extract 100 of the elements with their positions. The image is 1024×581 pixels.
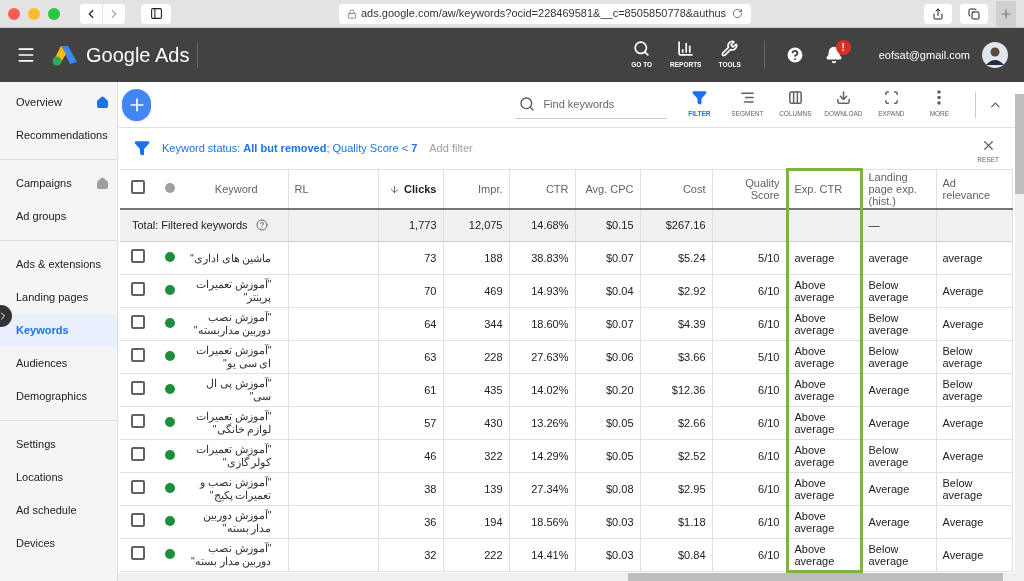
tabs-button[interactable] — [960, 3, 988, 24]
table-cell: 14.29% — [531, 450, 569, 462]
total-cell: 12,075 — [468, 219, 503, 231]
more-icon[interactable] — [937, 90, 942, 106]
sidebar-icon[interactable] — [149, 7, 163, 20]
table-cell: Above average — [794, 279, 835, 303]
checkbox[interactable] — [130, 479, 145, 494]
keyword-text[interactable]: "آموزش تعمیرات ای سی یو" — [185, 344, 272, 370]
column-header[interactable]: Keyword — [191, 182, 282, 195]
sidebar-item[interactable]: Devices — [0, 527, 117, 560]
checkbox[interactable] — [130, 347, 145, 362]
column-header[interactable]: CTR — [515, 182, 569, 195]
search-icon — [633, 40, 651, 58]
checkbox[interactable] — [130, 248, 145, 263]
download-icon[interactable] — [835, 90, 851, 106]
table-cell: 70 — [424, 285, 437, 297]
keyword-text[interactable]: "آموزش نصب دوربین مدار بسته" — [185, 542, 272, 568]
table-cell: 6/10 — [758, 450, 780, 462]
filter-summary[interactable]: Keyword status: All but removed; Quality Score < 7 — [162, 139, 418, 157]
checkbox[interactable] — [130, 545, 145, 560]
table-cell: 228 — [484, 351, 503, 363]
table-cell: Average — [942, 516, 984, 528]
table-cell: $0.20 — [605, 384, 634, 396]
table-cell: 27.63% — [531, 351, 569, 363]
filter-icon[interactable] — [691, 90, 707, 106]
search-field[interactable]: Find keywords — [543, 95, 664, 113]
table-cell: $0.84 — [677, 549, 706, 561]
table-cell: 188 — [484, 252, 503, 264]
keyword-text[interactable]: ماشین های اداری" — [185, 251, 272, 265]
avatar-icon[interactable] — [982, 42, 1008, 68]
sort-arrow-icon[interactable] — [389, 183, 401, 195]
column-header[interactable]: Quality Score — [718, 176, 780, 201]
sidebar-item[interactable]: Locations — [0, 461, 117, 494]
table-cell: Below average — [868, 279, 909, 303]
notifications-icon[interactable] — [824, 46, 843, 64]
keyword-text[interactable]: "آموزش نصب و تعمیرات پکیج" — [185, 476, 272, 502]
column-header[interactable]: Clicks — [404, 182, 437, 195]
table-cell: 18.60% — [531, 318, 569, 330]
lines-icon[interactable] — [739, 90, 755, 106]
table-cell: $2.95 — [677, 483, 706, 495]
create-button[interactable] — [122, 88, 152, 121]
sidebar-item[interactable]: Overview — [0, 86, 117, 119]
sidebar-item[interactable]: Recommendations — [0, 119, 117, 152]
address-bar[interactable]: ads.google.com/aw/keywords?ocid=228469581&__c=8505850778&authus — [339, 3, 751, 24]
table-cell: 32 — [424, 549, 437, 561]
table-cell: Above average — [794, 312, 835, 336]
expand-icon[interactable] — [883, 90, 899, 106]
table-cell: Average — [868, 417, 910, 429]
table-cell: $0.07 — [605, 318, 634, 330]
sidebar-item[interactable]: Ad groups — [0, 200, 117, 233]
sidebar-item[interactable]: Ads & extensions — [0, 248, 117, 281]
checkbox[interactable] — [130, 512, 145, 527]
share-icon[interactable] — [932, 7, 944, 20]
checkbox[interactable] — [130, 413, 145, 428]
table-cell: Average — [868, 384, 910, 396]
status-header-icon — [165, 182, 175, 193]
table-cell: $2.92 — [677, 285, 706, 297]
table-cell: 5/10 — [758, 351, 780, 363]
checkbox[interactable] — [130, 179, 145, 194]
column-header[interactable]: Avg. CPC — [581, 182, 634, 195]
column-header[interactable]: Cost — [646, 182, 706, 195]
sidebar-item[interactable]: Ad schedule — [0, 494, 117, 527]
column-header[interactable]: Landing page exp. (hist.) — [868, 170, 930, 207]
keyword-text[interactable]: "آموزش پی ال سی" — [185, 377, 272, 403]
sidebar-toggle-button[interactable] — [141, 3, 171, 24]
table-cell: 13.26% — [531, 417, 569, 429]
keyword-text[interactable]: "آموزش نصب دوربین مداربسته" — [185, 311, 272, 337]
menu-icon[interactable] — [16, 45, 36, 65]
search-icon[interactable] — [519, 96, 536, 112]
column-header[interactable]: Impr. — [449, 182, 503, 195]
help-icon[interactable] — [784, 45, 805, 65]
sidebar-item[interactable]: Keywords — [0, 314, 117, 347]
sidebar-item[interactable]: Audiences — [0, 347, 117, 380]
keyword-text[interactable]: "آموزش تعمیرات لوازم خانگی" — [185, 410, 272, 436]
checkbox[interactable] — [130, 281, 145, 296]
sidebar-item[interactable]: Demographics — [0, 380, 117, 413]
checkbox[interactable] — [130, 446, 145, 461]
table-cell: $2.66 — [677, 417, 706, 429]
sidebar-item[interactable]: Landing pages — [0, 281, 117, 314]
keyword-text[interactable]: "آموزش تعمیرات کولر گازی" — [185, 443, 272, 469]
table-cell: Average — [868, 516, 910, 528]
table-cell: Below average — [942, 345, 983, 369]
sidebar-item[interactable]: Campaigns — [0, 167, 117, 200]
checkbox[interactable] — [130, 314, 145, 329]
horizontal-scrollbar[interactable] — [118, 573, 1015, 581]
columns-icon[interactable] — [787, 90, 803, 106]
column-header[interactable]: Ad relevance — [942, 176, 1006, 201]
keyword-text[interactable]: "آموزش دوربین مدار بسته" — [185, 509, 272, 535]
vertical-scrollbar[interactable] — [1015, 94, 1024, 581]
sidebar-item[interactable]: Settings — [0, 428, 117, 461]
total-cell: $267.16 — [665, 219, 706, 231]
checkbox[interactable] — [130, 380, 145, 395]
table-cell: 322 — [484, 450, 503, 462]
table-cell: 469 — [484, 285, 503, 297]
product-name: Google Ads — [86, 43, 190, 68]
keyword-text[interactable]: "آموزش تعمیرات پرینتر" — [185, 278, 272, 304]
tabs-icon[interactable] — [968, 7, 980, 20]
column-header[interactable]: RL — [294, 182, 372, 195]
table-cell: 36 — [424, 516, 437, 528]
table-cell: 64 — [424, 318, 437, 330]
